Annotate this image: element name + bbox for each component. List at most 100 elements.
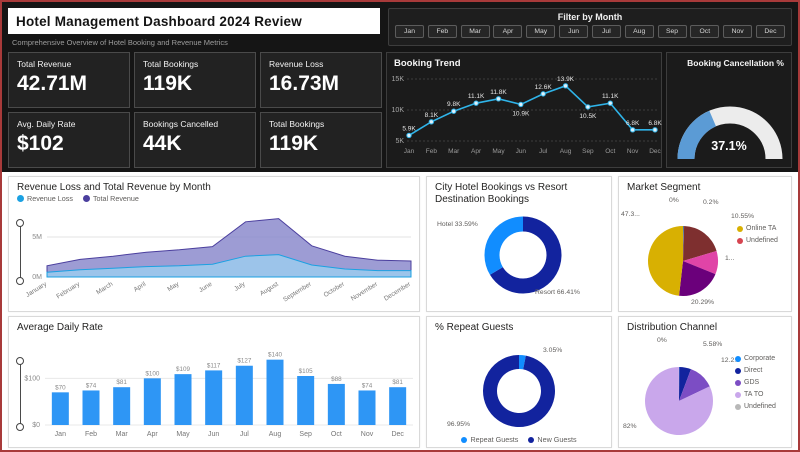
market-segment-title: Market Segment bbox=[619, 177, 791, 194]
kpi-revenue-loss: Revenue Loss 16.73M bbox=[260, 52, 382, 108]
svg-text:8.1K: 8.1K bbox=[425, 112, 439, 119]
month-chip-oct[interactable]: Oct bbox=[690, 25, 719, 38]
hotel-dashboard: Hotel Management Dashboard 2024 Review C… bbox=[0, 0, 800, 452]
new-guests-marker-icon bbox=[528, 437, 534, 443]
month-filter-list: Jan Feb Mar Apr May Jun Jul Aug Sep Oct … bbox=[389, 22, 791, 38]
cancellation-gauge-title: Booking Cancellation % bbox=[667, 53, 791, 68]
gds-marker-icon bbox=[735, 380, 741, 386]
legend-label: Online TA bbox=[746, 225, 776, 232]
title-box: Hotel Management Dashboard 2024 Review bbox=[8, 8, 380, 34]
svg-text:Jul: Jul bbox=[240, 431, 249, 438]
legend-corporate[interactable]: Corporate bbox=[735, 355, 776, 362]
legend-repeat-guests[interactable]: Repeat Guests bbox=[461, 435, 518, 444]
legend-revenue-loss[interactable]: Revenue Loss bbox=[17, 194, 73, 203]
svg-text:Jun: Jun bbox=[516, 148, 527, 155]
svg-text:May: May bbox=[492, 148, 505, 155]
legend-direct[interactable]: Direct bbox=[735, 367, 776, 374]
month-chip-mar[interactable]: Mar bbox=[461, 25, 490, 38]
svg-text:Sep: Sep bbox=[582, 148, 594, 155]
revenue-area-chart[interactable]: 0M5MJanuaryFebruaryMarchAprilMayJuneJuly… bbox=[11, 203, 421, 311]
month-chip-jan[interactable]: Jan bbox=[395, 25, 424, 38]
ta-to-marker-icon bbox=[735, 392, 741, 398]
market-slice-label: 10.55% bbox=[731, 213, 754, 220]
legend-total-revenue[interactable]: Total Revenue bbox=[83, 194, 139, 203]
legend-label: Corporate bbox=[744, 355, 775, 362]
legend-label: GDS bbox=[744, 379, 759, 386]
svg-text:6.8K: 6.8K bbox=[626, 120, 640, 127]
repeat-guests-marker-icon bbox=[461, 437, 467, 443]
svg-text:11.1K: 11.1K bbox=[602, 93, 619, 100]
month-chip-sep[interactable]: Sep bbox=[658, 25, 687, 38]
svg-text:Feb: Feb bbox=[85, 431, 97, 438]
svg-text:$117: $117 bbox=[207, 362, 221, 369]
kpi-label: Total Bookings bbox=[269, 119, 373, 129]
gauge-value: 37.1% bbox=[667, 139, 791, 153]
dist-slice-label: 82% bbox=[623, 423, 637, 430]
svg-text:5M: 5M bbox=[32, 234, 42, 241]
svg-text:Nov: Nov bbox=[361, 431, 374, 438]
filter-by-month-panel: Filter by Month Jan Feb Mar Apr May Jun … bbox=[388, 8, 792, 46]
month-chip-dec[interactable]: Dec bbox=[756, 25, 785, 38]
city-resort-donut-chart[interactable] bbox=[427, 203, 613, 311]
svg-text:August: August bbox=[259, 281, 280, 298]
svg-text:Oct: Oct bbox=[605, 148, 615, 155]
revenue-legend: Revenue Loss Total Revenue bbox=[17, 194, 139, 203]
month-chip-feb[interactable]: Feb bbox=[428, 25, 457, 38]
undefined-marker-icon bbox=[737, 238, 743, 244]
month-chip-apr[interactable]: Apr bbox=[493, 25, 522, 38]
booking-trend-panel: Booking Trend 5K10K15K5.9KJan8.1KFeb9.8K… bbox=[386, 52, 662, 168]
svg-text:February: February bbox=[55, 280, 81, 300]
month-chip-nov[interactable]: Nov bbox=[723, 25, 752, 38]
legend-undefined[interactable]: Undefined bbox=[737, 237, 778, 244]
kpi-bookings-cancelled: Bookings Cancelled 44K bbox=[134, 112, 256, 168]
svg-text:$105: $105 bbox=[299, 368, 314, 375]
svg-text:$74: $74 bbox=[362, 382, 373, 389]
booking-trend-chart[interactable]: 5K10K15K5.9KJan8.1KFeb9.8KMar11.1KApr11.… bbox=[387, 69, 663, 167]
month-chip-jun[interactable]: Jun bbox=[559, 25, 588, 38]
distribution-channel-title: Distribution Channel bbox=[619, 317, 791, 334]
kpi-value: $102 bbox=[17, 132, 121, 156]
svg-text:December: December bbox=[383, 280, 413, 302]
legend-new-guests[interactable]: New Guests bbox=[528, 435, 576, 444]
kpi-value: 16.73M bbox=[269, 72, 373, 96]
legend-label: Direct bbox=[744, 367, 762, 374]
svg-text:$127: $127 bbox=[237, 358, 252, 365]
kpi-total-bookings: Total Bookings 119K bbox=[134, 52, 256, 108]
month-chip-jul[interactable]: Jul bbox=[592, 25, 621, 38]
kpi-value: 42.71M bbox=[17, 72, 121, 96]
market-segment-pie-chart[interactable] bbox=[619, 199, 793, 311]
svg-text:$81: $81 bbox=[116, 379, 127, 386]
new-share-label: 96.95% bbox=[447, 421, 470, 428]
legend-gds[interactable]: GDS bbox=[735, 379, 776, 386]
adr-bar-chart[interactable]: $0$100$70Jan$74Feb$81Mar$100Apr$109May$1… bbox=[11, 335, 421, 447]
month-chip-aug[interactable]: Aug bbox=[625, 25, 654, 38]
svg-text:5K: 5K bbox=[395, 138, 404, 145]
revenue-panel-title: Revenue Loss and Total Revenue by Month bbox=[9, 177, 419, 194]
svg-text:January: January bbox=[25, 280, 49, 299]
svg-text:$74: $74 bbox=[86, 382, 97, 389]
kpi-grid: Total Revenue 42.71M Total Bookings 119K… bbox=[8, 52, 382, 168]
repeat-guests-legend: Repeat Guests New Guests bbox=[427, 435, 611, 444]
repeat-guests-panel: % Repeat Guests 3.05% 96.95% Repeat Gues… bbox=[426, 316, 612, 448]
legend-label: Undefined bbox=[746, 237, 778, 244]
kpi-label: Bookings Cancelled bbox=[143, 119, 247, 129]
svg-text:Oct: Oct bbox=[331, 431, 342, 438]
svg-text:June: June bbox=[198, 281, 214, 295]
svg-text:Mar: Mar bbox=[116, 431, 129, 438]
repeat-guests-donut-chart[interactable] bbox=[427, 341, 613, 445]
svg-text:12.6K: 12.6K bbox=[535, 84, 553, 91]
svg-text:$0: $0 bbox=[32, 422, 40, 429]
svg-text:November: November bbox=[350, 280, 380, 302]
legend-undefined-dist[interactable]: Undefined bbox=[735, 403, 776, 410]
legend-ta-to[interactable]: TA TO bbox=[735, 391, 776, 398]
svg-text:April: April bbox=[133, 280, 148, 293]
svg-text:May: May bbox=[166, 280, 181, 293]
adr-title: Average Daily Rate bbox=[9, 317, 419, 334]
cancellation-gauge-panel: Booking Cancellation % 37.1% bbox=[666, 52, 792, 168]
repeat-share-label: 3.05% bbox=[543, 347, 562, 354]
page-subtitle: Comprehensive Overview of Hotel Booking … bbox=[12, 38, 228, 47]
legend-online-ta[interactable]: Online TA bbox=[737, 225, 778, 232]
adr-panel: Average Daily Rate $0$100$70Jan$74Feb$81… bbox=[8, 316, 420, 448]
svg-text:$81: $81 bbox=[392, 379, 403, 386]
month-chip-may[interactable]: May bbox=[526, 25, 555, 38]
